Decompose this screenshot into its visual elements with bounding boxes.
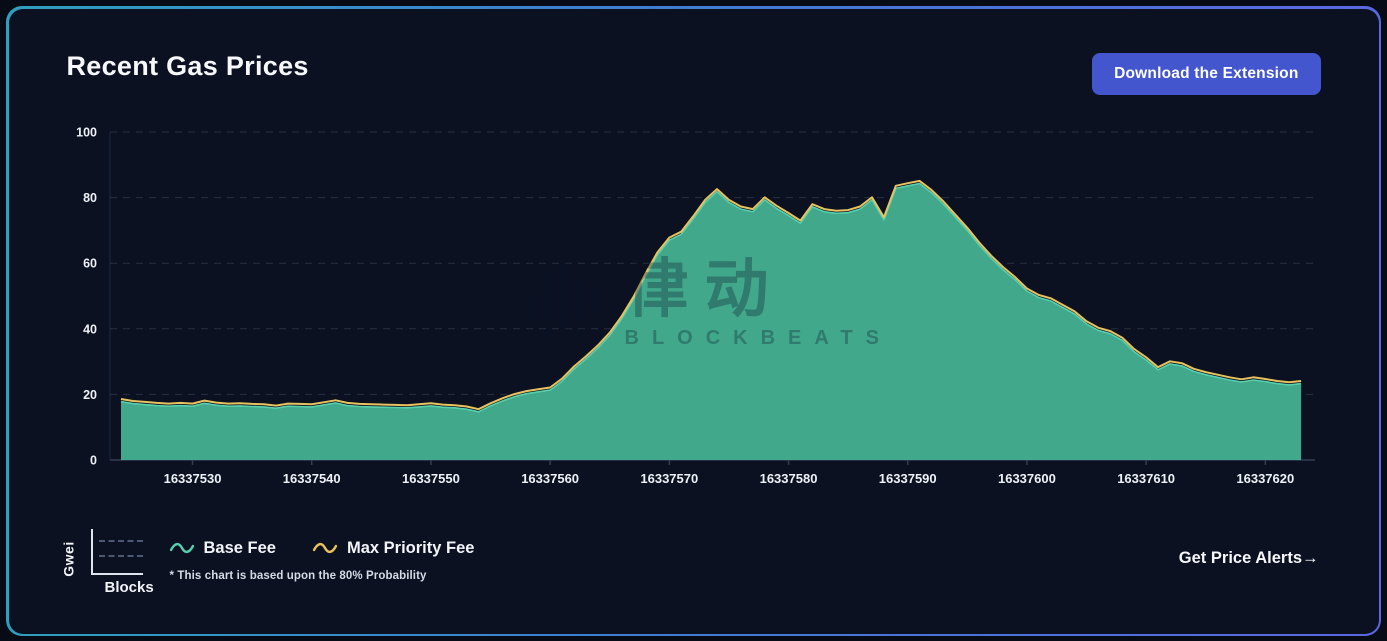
max-priority-fee-wave-icon (312, 541, 338, 555)
svg-text:80: 80 (83, 191, 97, 205)
svg-text:60: 60 (83, 256, 97, 270)
legend-label-base-fee: Base Fee (204, 539, 276, 558)
svg-text:0: 0 (90, 453, 97, 467)
legend-item-max-priority-fee: Max Priority Fee (312, 539, 474, 558)
svg-text:16337540: 16337540 (282, 471, 340, 486)
panel-border: Recent Gas Prices Download the Extension… (6, 6, 1381, 636)
chart-legend: Base Fee Max Priority Fee (169, 539, 475, 558)
svg-text:16337600: 16337600 (997, 471, 1055, 486)
axis-key-glyph (91, 529, 143, 575)
svg-text:16337590: 16337590 (878, 471, 936, 486)
svg-text:16337610: 16337610 (1117, 471, 1175, 486)
svg-text:20: 20 (83, 387, 97, 401)
svg-text:16337560: 16337560 (521, 471, 579, 486)
svg-text:100: 100 (76, 125, 97, 139)
base-fee-wave-icon (169, 541, 195, 555)
svg-text:16337570: 16337570 (640, 471, 698, 486)
x-axis-unit-label: Blocks (105, 579, 154, 596)
base-fee-area (121, 183, 1301, 460)
legend-label-max-priority-fee: Max Priority Fee (347, 539, 474, 558)
svg-text:16337530: 16337530 (163, 471, 221, 486)
legend-item-base-fee: Base Fee (169, 539, 276, 558)
get-price-alerts-link[interactable]: Get Price Alerts→ (1179, 549, 1319, 568)
y-axis-unit-label: Gwei (60, 541, 76, 576)
probability-footnote: * This chart is based upon the 80% Proba… (170, 570, 427, 582)
gas-prices-panel: Recent Gas Prices Download the Extension… (9, 9, 1379, 634)
svg-text:16337580: 16337580 (759, 471, 817, 486)
svg-text:16337550: 16337550 (401, 471, 459, 486)
svg-text:16337620: 16337620 (1236, 471, 1294, 486)
svg-text:40: 40 (83, 322, 97, 336)
